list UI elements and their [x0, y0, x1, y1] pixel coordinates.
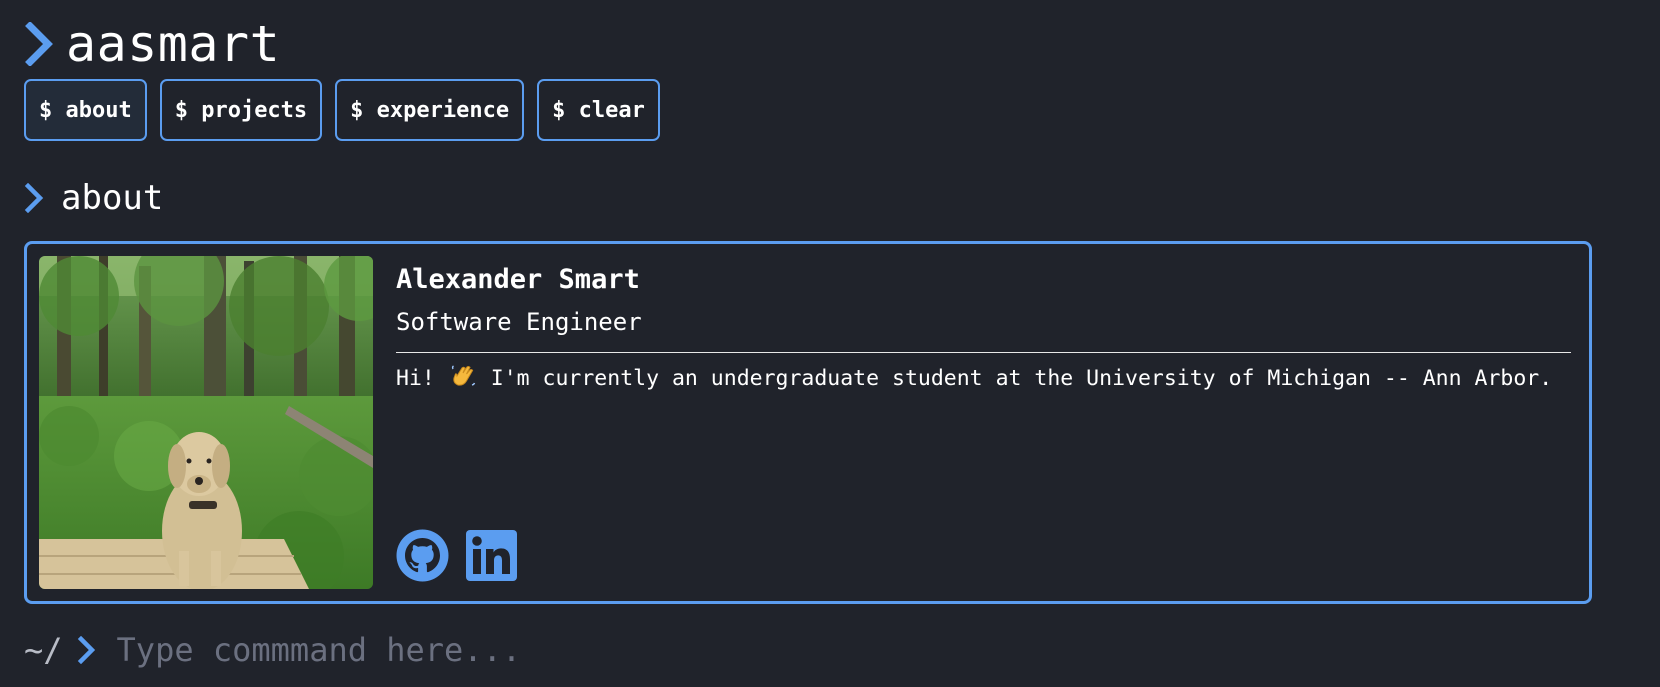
divider	[396, 352, 1571, 353]
chevron-right-icon	[24, 183, 44, 213]
output-command-text: about	[61, 178, 164, 218]
chevron-right-icon	[25, 22, 53, 66]
profile-name: Alexander Smart	[396, 264, 640, 295]
dog-in-forest-photo	[39, 256, 373, 589]
command-input[interactable]	[116, 631, 1017, 669]
site-title: aasmart	[66, 15, 281, 73]
profile-info: Alexander Smart Software Engineer Hi! I'…	[396, 262, 1571, 394]
about-command-button[interactable]: $ about	[24, 79, 147, 141]
profile-bio: Hi! I'm currently an undergraduate stude…	[396, 363, 1571, 394]
waving-hand-icon	[451, 365, 475, 386]
bio-text: I'm currently an undergraduate student a…	[490, 366, 1553, 391]
profile-role: Software Engineer	[396, 308, 642, 336]
bio-greeting: Hi!	[396, 366, 435, 391]
github-link[interactable]	[396, 529, 449, 582]
chevron-right-icon	[77, 636, 95, 664]
prompt-path: ~/	[24, 631, 63, 669]
command-buttons: $ about $ projects $ experience $ clear	[24, 79, 660, 141]
terminal-page: aasmart $ about $ projects $ experience …	[0, 0, 1660, 687]
github-icon	[396, 529, 449, 582]
profile-photo	[39, 256, 373, 589]
site-header: aasmart	[24, 14, 280, 74]
social-links	[396, 529, 518, 582]
output-heading: about	[24, 178, 163, 218]
linkedin-icon	[466, 530, 517, 581]
linkedin-link[interactable]	[465, 529, 518, 582]
experience-command-button[interactable]: $ experience	[335, 79, 525, 141]
projects-command-button[interactable]: $ projects	[159, 79, 323, 141]
command-prompt: ~/	[24, 630, 1017, 670]
clear-command-button[interactable]: $ clear	[537, 79, 660, 141]
about-card: Alexander Smart Software Engineer Hi! I'…	[24, 241, 1592, 604]
